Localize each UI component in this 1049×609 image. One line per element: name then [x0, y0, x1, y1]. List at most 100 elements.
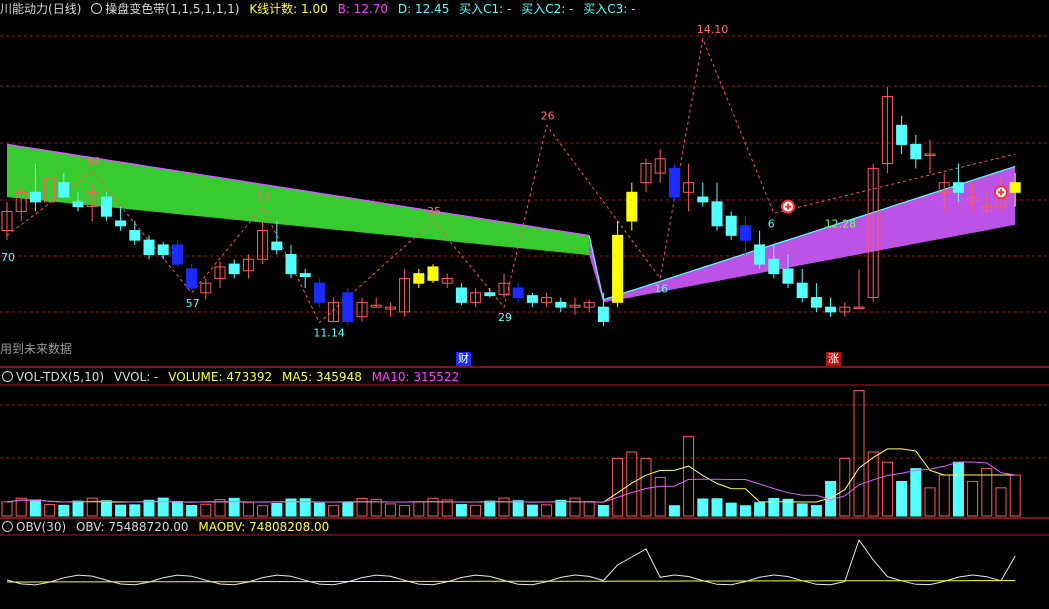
future-data-note: 用到未来数据 [0, 342, 73, 356]
candle-body [711, 201, 723, 227]
volume-bar [356, 498, 368, 517]
candle-body [271, 241, 283, 251]
price-label: 26 [541, 109, 555, 122]
volume-bar [981, 468, 993, 517]
volume-bar [100, 500, 112, 517]
candle-body [910, 143, 922, 160]
candle-body [157, 244, 169, 256]
color-band [6, 143, 1016, 303]
volume-bar [413, 501, 425, 517]
volume-bar [853, 390, 865, 517]
volume-bar [455, 504, 467, 517]
volume-bar [129, 504, 141, 517]
volume-bar [86, 497, 98, 517]
volume-bar [541, 504, 553, 517]
volume-bar [498, 497, 510, 517]
volume-bar [640, 457, 652, 517]
volume-bar [526, 504, 538, 517]
ma10-value: MA10: 315522 [371, 370, 460, 384]
candle-body [739, 225, 751, 241]
candle-body [342, 292, 354, 322]
vol-indicator-name[interactable]: VOL-TDX(5,10) [16, 370, 104, 384]
obv-indicator-name[interactable]: OBV(30) [16, 520, 66, 534]
ma5-value: MA5: 345948 [281, 370, 362, 384]
volume-bar [839, 457, 851, 517]
candle-body [413, 273, 425, 284]
volume-bar [384, 503, 396, 517]
candle-body [427, 266, 439, 281]
volume-bar [72, 500, 84, 517]
obv-panel-header: OBV(30) OBV: 75488720.00 MAOBV: 74808208… [0, 518, 335, 536]
volume-bar [58, 504, 70, 517]
volume-bar [754, 502, 766, 517]
candle-body [484, 292, 496, 297]
price-label: 14.10 [697, 23, 729, 36]
price-label: 29 [498, 311, 512, 324]
price-label: 12.28 [825, 217, 857, 230]
volume-bar [967, 480, 979, 517]
volume-bar [1, 501, 13, 517]
volume-bar [597, 504, 609, 517]
volume-bar [569, 497, 581, 517]
volume-bar [739, 505, 751, 517]
volume-bar [228, 497, 240, 517]
volume-bar [697, 498, 709, 517]
volume-bar [29, 499, 41, 517]
candle-body [782, 268, 794, 284]
volume-bar [200, 503, 212, 517]
volume-bar [867, 451, 879, 517]
indicator-toggle-icon[interactable] [2, 521, 13, 532]
candle-body [526, 295, 538, 303]
candle-body [129, 230, 141, 241]
obv-lines [6, 538, 1016, 586]
panel-frames [0, 366, 1049, 536]
candle-body [72, 201, 84, 208]
volume-bars[interactable] [1, 390, 1021, 517]
candle-body [455, 287, 467, 303]
volume-bar [952, 461, 964, 517]
candle-body [285, 254, 297, 275]
candle-body [725, 215, 737, 236]
price-label: 6 [768, 217, 775, 230]
volume-panel-header: VOL-TDX(5,10) VVOL: - VOLUME: 473392 MA5… [0, 368, 465, 386]
limit-up-marker[interactable]: 涨 [826, 352, 841, 366]
volume-bar [484, 500, 496, 517]
candle-body [228, 263, 240, 275]
volume-bar [881, 461, 893, 517]
volume-bar [924, 487, 936, 517]
volume-bar [328, 505, 340, 517]
price-label: 64 [86, 155, 100, 168]
volume-bar [768, 498, 780, 517]
volume-bar [896, 480, 908, 517]
volume-bar [938, 474, 950, 517]
maobv-line [7, 580, 1016, 583]
volume-bar [157, 497, 169, 517]
volume-bar [583, 501, 595, 517]
volume-bar [44, 504, 56, 517]
candle-body [825, 306, 837, 313]
volume-bar [668, 505, 680, 517]
volume-bar [271, 503, 283, 517]
candle-body [810, 297, 822, 308]
volume-bar [654, 477, 666, 517]
price-label: 53 [257, 191, 271, 204]
volume-bar [427, 497, 439, 517]
volume-bar [711, 498, 723, 517]
volume-bar [470, 504, 482, 517]
candle-body [796, 282, 808, 299]
volume-bar [257, 505, 269, 517]
candle-body [896, 124, 908, 145]
indicator-toggle-icon[interactable] [2, 371, 13, 382]
price-label: 57 [186, 297, 200, 310]
candle-body [952, 182, 964, 193]
candle-body [697, 196, 709, 203]
candle-body [115, 220, 127, 227]
candle-body [512, 287, 524, 299]
candle-body [299, 273, 311, 278]
maobv-value: MAOBV: 74808208.00 [198, 520, 330, 534]
volume-bar [186, 504, 198, 517]
candle-body [626, 191, 638, 222]
candle-body [58, 182, 70, 198]
finance-marker[interactable]: 财 [456, 352, 471, 366]
candle-body [612, 234, 624, 303]
